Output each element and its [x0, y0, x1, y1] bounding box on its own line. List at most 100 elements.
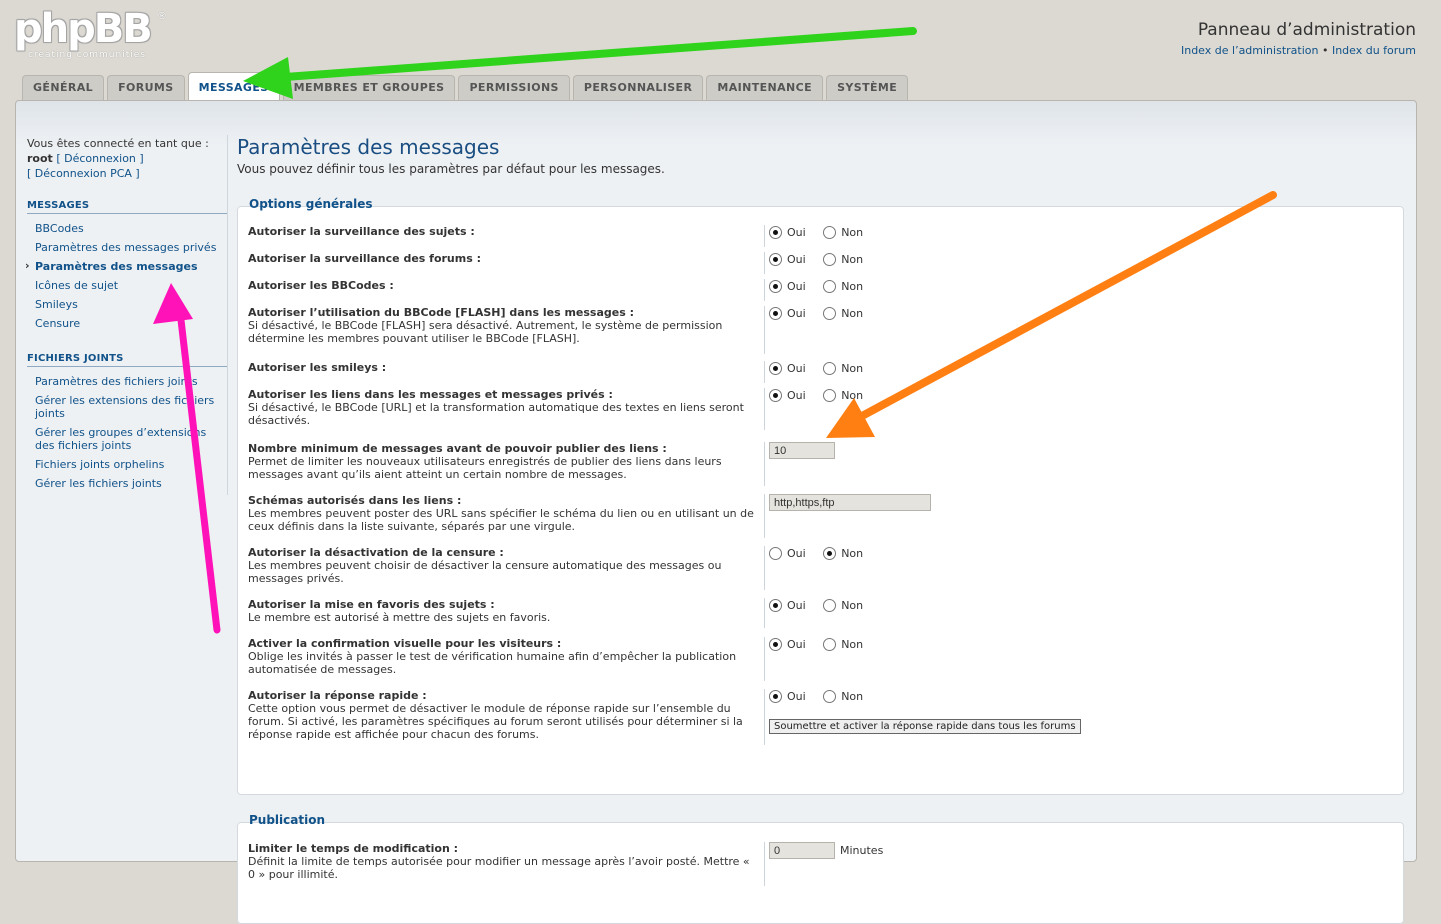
logo-tagline: creating communities — [28, 50, 146, 60]
radio-button[interactable] — [769, 547, 782, 560]
sidebar-item-manage-attachments[interactable]: Gérer les fichiers joints — [27, 474, 227, 493]
tab-members-groups[interactable]: MEMBRES ET GROUPES — [282, 75, 456, 100]
edit-time-input[interactable] — [769, 842, 835, 859]
row-separator — [764, 689, 765, 745]
radio-no[interactable]: Non — [823, 307, 863, 320]
sidebar-item-label[interactable]: Gérer les fichiers joints — [35, 477, 162, 490]
radio-no[interactable]: Non — [823, 226, 863, 239]
acp-index-link[interactable]: Index de l’administration — [1181, 44, 1318, 57]
radio-button[interactable] — [823, 280, 837, 293]
radio-button-checked[interactable] — [769, 226, 782, 239]
radio-no[interactable]: Non — [823, 362, 863, 375]
sidebar-item-post-settings[interactable]: Paramètres des messages — [25, 257, 227, 276]
radio-button[interactable] — [823, 690, 837, 703]
radio-button-checked[interactable] — [769, 599, 782, 612]
radio-button-checked[interactable] — [769, 389, 782, 402]
radio-button[interactable] — [823, 638, 837, 651]
radio-label: Oui — [787, 690, 806, 703]
sidebar-item-label[interactable]: Gérer les groupes d’extensions des fichi… — [35, 426, 206, 452]
tab-forums[interactable]: FORUMS — [107, 75, 185, 100]
min-posts-links-input[interactable] — [769, 442, 835, 459]
sidebar-item-bbcodes[interactable]: BBCodes — [27, 219, 227, 238]
sidebar-item-topic-icons[interactable]: Icônes de sujet — [27, 276, 227, 295]
radio-yes[interactable]: Oui — [769, 226, 806, 239]
radio-label: Non — [841, 226, 864, 239]
radio-label: Non — [841, 690, 864, 703]
setting-explain: Définit la limite de temps autorisée pou… — [248, 855, 750, 881]
radio-yes[interactable]: Oui — [769, 389, 806, 402]
sidebar-item-orphan-attachments[interactable]: Fichiers joints orphelins — [27, 455, 227, 474]
sidebar-item-extensions[interactable]: Gérer les extensions des fichiers joints — [27, 391, 227, 423]
tab-system[interactable]: SYSTÈME — [826, 75, 909, 100]
radio-no[interactable]: Non — [823, 547, 863, 560]
tab-general[interactable]: GÉNÉRAL — [22, 75, 105, 100]
sidebar-item-smilies[interactable]: Smileys — [27, 295, 227, 314]
radio-label: Non — [841, 389, 864, 402]
radio-yes[interactable]: Oui — [769, 307, 806, 320]
tab-maintenance[interactable]: MAINTENANCE — [706, 75, 824, 100]
sidebar-item-censorship[interactable]: Censure — [27, 314, 227, 333]
radio-no[interactable]: Non — [823, 599, 863, 612]
sidebar-item-pm-settings[interactable]: Paramètres des messages privés — [27, 238, 227, 257]
submit-quick-reply-all-forums-button[interactable]: Soumettre et activer la réponse rapide d… — [769, 719, 1081, 734]
radio-yes[interactable]: Oui — [769, 599, 806, 612]
radio-button[interactable] — [823, 253, 837, 266]
radio-button-checked[interactable] — [823, 547, 837, 560]
menu-attachments: Paramètres des fichiers joints Gérer les… — [27, 372, 227, 493]
radio-no[interactable]: Non — [823, 690, 863, 703]
menu-header-messages: MESSAGES — [27, 200, 227, 214]
sidebar-item-label[interactable]: Gérer les extensions des fichiers joints — [35, 394, 214, 420]
logout-acp-link[interactable]: [ Déconnexion PCA ] — [27, 167, 140, 180]
row-separator — [764, 598, 765, 628]
sidebar-item-label[interactable]: Icônes de sujet — [35, 279, 118, 292]
radio-yes[interactable]: Oui — [769, 280, 806, 293]
radio-button[interactable] — [823, 226, 837, 239]
sidebar-item-label[interactable]: BBCodes — [35, 222, 84, 235]
radio-no[interactable]: Non — [823, 389, 863, 402]
sidebar-item-label[interactable]: Paramètres des fichiers joints — [35, 375, 198, 388]
sidebar-item-extension-groups[interactable]: Gérer les groupes d’extensions des fichi… — [27, 423, 227, 455]
radio-label: Non — [841, 638, 864, 651]
sidebar-item-label[interactable]: Paramètres des messages — [35, 260, 198, 273]
radio-button-checked[interactable] — [769, 638, 782, 651]
allowed-schemes-input[interactable] — [769, 494, 931, 511]
radio-button[interactable] — [823, 362, 837, 375]
setting-label: Nombre minimum de messages avant de pouv… — [248, 442, 667, 455]
tab-permissions[interactable]: PERMISSIONS — [458, 75, 570, 100]
menu-header-attachments: FICHIERS JOINTS — [27, 353, 227, 367]
radio-button-checked[interactable] — [769, 253, 782, 266]
radio-button[interactable] — [823, 307, 837, 320]
radio-button[interactable] — [823, 599, 837, 612]
radio-yes[interactable]: Oui — [769, 547, 806, 560]
radio-yes[interactable]: Oui — [769, 638, 806, 651]
page-description: Vous pouvez définir tous les paramètres … — [237, 162, 665, 176]
sidebar-item-attachment-settings[interactable]: Paramètres des fichiers joints — [27, 372, 227, 391]
logout-link[interactable]: [ Déconnexion ] — [56, 152, 143, 165]
radio-button[interactable] — [823, 389, 837, 402]
radio-no[interactable]: Non — [823, 638, 863, 651]
phpbb-logo[interactable]: phpBB ® creating communities — [14, 9, 174, 64]
radio-button-checked[interactable] — [769, 690, 782, 703]
radio-no[interactable]: Non — [823, 280, 863, 293]
sidebar-item-label[interactable]: Smileys — [35, 298, 78, 311]
forum-index-link[interactable]: Index du forum — [1332, 44, 1416, 57]
radio-button-checked[interactable] — [769, 362, 782, 375]
sidebar-item-label[interactable]: Fichiers joints orphelins — [35, 458, 164, 471]
radio-yes[interactable]: Oui — [769, 362, 806, 375]
tab-customise[interactable]: PERSONNALISER — [572, 75, 704, 100]
radio-label: Non — [841, 547, 864, 560]
sidebar-item-label[interactable]: Censure — [35, 317, 80, 330]
tab-messages[interactable]: MESSAGES — [187, 72, 280, 100]
radio-button-checked[interactable] — [769, 280, 782, 293]
row-separator — [764, 388, 765, 430]
radio-yes[interactable]: Oui — [769, 253, 806, 266]
sidebar-item-label[interactable]: Paramètres des messages privés — [35, 241, 216, 254]
radio-label: Non — [841, 307, 864, 320]
radio-group: Oui Non — [769, 307, 877, 323]
setting-explain: Si désactivé, le BBCode [FLASH] sera dés… — [248, 319, 723, 345]
radio-yes[interactable]: Oui — [769, 690, 806, 703]
setting-label: Limiter le temps de modification : — [248, 842, 459, 855]
radio-no[interactable]: Non — [823, 253, 863, 266]
radio-button-checked[interactable] — [769, 307, 782, 320]
radio-label: Non — [841, 280, 864, 293]
